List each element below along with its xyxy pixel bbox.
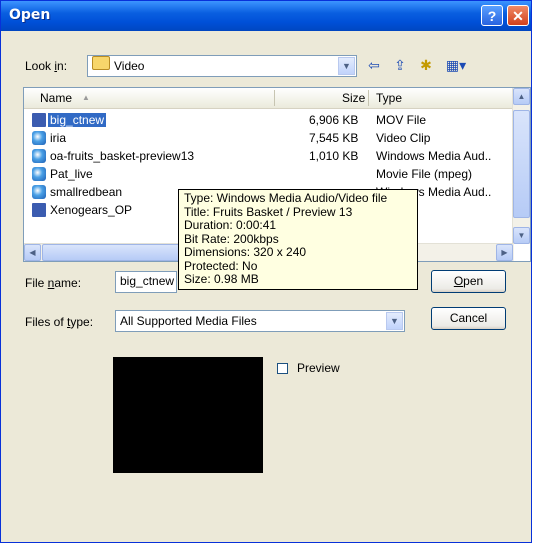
file-name: Pat_live [50,167,93,181]
tooltip-bitrate: Bit Rate: 200kbps [184,231,279,246]
file-name-label: File name: [25,276,82,290]
up-folder-icon[interactable]: ⇪ [391,57,409,75]
back-icon[interactable]: ⇦ [365,57,383,75]
scroll-down-icon[interactable]: ▼ [513,227,530,244]
file-type: Video Clip [376,131,431,145]
new-folder-icon[interactable]: ✱ [417,57,435,75]
list-item[interactable]: oa-fruits_basket-preview13 1,010 KB Wind… [24,148,514,165]
vertical-scrollbar[interactable]: ▲ ▼ [512,88,530,244]
scroll-thumb[interactable] [513,110,530,218]
media-file-icon [32,185,46,199]
look-in-value: Video [114,59,145,73]
media-file-icon [32,149,46,163]
close-icon: ✕ [512,8,524,24]
list-item[interactable]: Pat_live Movie File (mpeg) [24,166,514,183]
file-type-combo[interactable]: All Supported Media Files ▼ [115,310,405,332]
scroll-right-icon[interactable]: ▶ [496,244,513,261]
column-header-name[interactable]: Name [40,91,72,105]
chevron-down-icon[interactable]: ▼ [338,57,355,75]
file-size: 6,906 KB [309,113,359,127]
tooltip-size: Size: 0.98 MB [184,272,259,286]
file-name: Xenogears_OP [50,203,133,217]
mov-file-icon [32,203,46,217]
look-in-combo[interactable]: Video ▼ [87,55,357,77]
scroll-up-icon[interactable]: ▲ [513,88,530,105]
tooltip-protected: Protected: No [184,258,258,273]
preview-pane [113,357,263,473]
file-type: Windows Media Aud.. [376,149,492,163]
list-header: Name ▲ Size Type [24,88,514,109]
file-type-value: All Supported Media Files [120,314,257,328]
file-name-input[interactable]: big_ctnew [115,271,177,293]
file-size: 1,010 KB [309,149,359,163]
column-header-size[interactable]: Size [342,91,365,105]
file-name: smallredbean [50,185,123,199]
file-type: MOV File [376,113,427,127]
open-dialog: Open ? ✕ Look in: Video ▼ ⇦ ⇪ ✱ ▦▾ Name … [0,0,532,543]
file-type-label: Files of type: [25,315,94,329]
cancel-button[interactable]: Cancel [431,307,506,330]
tooltip-type: Type: Windows Media Audio/Video file [184,191,388,205]
tooltip-dimensions: Dimensions: 320 x 240 [184,245,307,259]
close-button[interactable]: ✕ [507,5,529,26]
tooltip-title: Title: Fruits Basket / Preview 13 [184,204,353,219]
file-info-tooltip: Type: Windows Media Audio/Video file Tit… [178,189,418,290]
list-item[interactable]: iria 7,545 KB Video Clip [24,130,514,147]
scroll-left-icon[interactable]: ◀ [24,244,41,261]
sort-ascending-icon: ▲ [82,93,90,102]
title-bar[interactable]: Open ? ✕ [1,1,531,31]
help-icon: ? [487,8,497,24]
dialog-title: Open [9,7,51,23]
file-name: oa-fruits_basket-preview13 [50,149,195,163]
help-button[interactable]: ? [481,5,503,26]
media-file-icon [32,131,46,145]
chevron-down-icon[interactable]: ▼ [386,312,403,330]
file-type: Movie File (mpeg) [376,167,473,181]
file-name: big_ctnew [48,113,107,127]
folder-icon [92,55,110,70]
list-item[interactable]: big_ctnew 6,906 KB MOV File [24,112,514,129]
preview-label[interactable]: Preview [297,361,340,375]
tooltip-duration: Duration: 0:00:41 [184,218,277,232]
look-in-label: Look in: [25,59,68,73]
file-name: iria [50,131,67,145]
preview-checkbox[interactable] [277,363,288,374]
views-menu-icon[interactable]: ▦▾ [443,57,469,75]
column-header-type[interactable]: Type [376,91,402,105]
media-file-icon [32,167,46,181]
file-size: 7,545 KB [309,131,359,145]
mov-file-icon [32,113,46,127]
open-button[interactable]: Open [431,270,506,293]
